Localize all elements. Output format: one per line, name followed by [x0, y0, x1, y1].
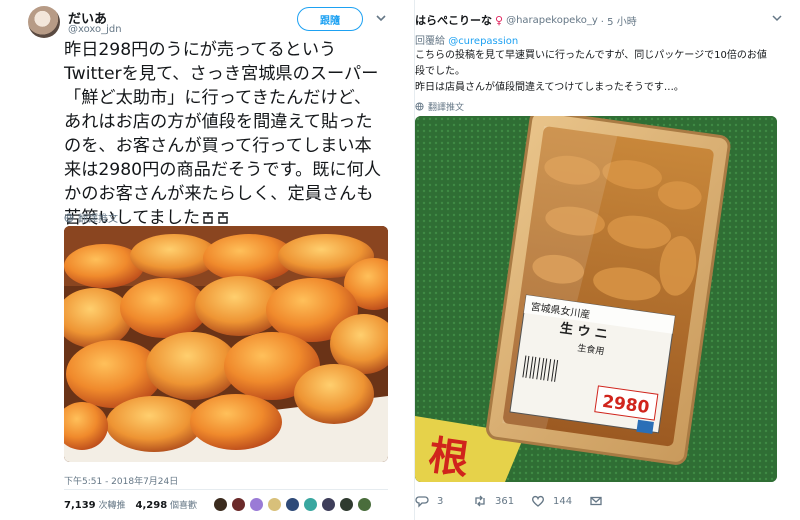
- tweet-stats: 7,139 次轉推 4,298 個喜歡: [64, 497, 373, 512]
- reply-mention-link[interactable]: @curepassion: [448, 36, 518, 47]
- tweet-text-line: あれはお店の方が値段を間違えて貼った: [64, 112, 373, 132]
- tweet-text-line: のを、お客さんが買って行ってしまい本: [64, 136, 372, 156]
- tweet-text-line: 昨日298円のうにが売ってるという: [64, 40, 337, 60]
- divider: [64, 489, 388, 490]
- like-stat[interactable]: 4,298 個喜歡: [136, 498, 198, 511]
- like-button[interactable]: 144: [531, 494, 589, 508]
- tweet-photo-packaged-uni[interactable]: 根 宮城県女川産 生 ウ ニ 生食用 2980: [415, 116, 777, 482]
- left-tweet: だいあ @xoxo_jdn 跟隨 昨日298円のうにが売ってるという Twitt…: [8, 0, 406, 520]
- retweet-count: 361: [495, 495, 515, 507]
- reply-prefix: 回覆給: [415, 36, 445, 47]
- tweet-text-line: Twitterを見て、さっき宮城県のスーパー: [64, 64, 379, 84]
- liker-avatar[interactable]: [213, 497, 229, 512]
- sea-urchin-image: [64, 226, 388, 462]
- retweet-stat[interactable]: 7,139 次轉推: [64, 498, 126, 511]
- dm-button[interactable]: [589, 494, 647, 508]
- liker-avatar[interactable]: [303, 497, 319, 512]
- heart-icon: [532, 495, 544, 507]
- tweet-text-line: 来は2980円の商品だそうです。既に何人: [64, 160, 382, 180]
- retweet-count: 7,139: [64, 500, 96, 511]
- globe-icon: [415, 102, 424, 111]
- avatar[interactable]: [28, 6, 60, 38]
- liker-avatar[interactable]: [285, 497, 301, 512]
- tweet-text: こちらの投稿を見て早速買いに行ったんですが、同じパッケージで10倍のお値 段でし…: [415, 48, 787, 96]
- tweet-text-line: 段でした。: [415, 66, 465, 77]
- author-header: はらぺこりーな ♀ @harapekopeko_y · 5 小時: [415, 12, 637, 28]
- right-tweet: はらぺこりーな ♀ @harapekopeko_y · 5 小時 回覆給 @cu…: [414, 0, 800, 520]
- tweet-time[interactable]: · 5 小時: [601, 13, 637, 28]
- liker-avatar[interactable]: [231, 497, 247, 512]
- globe-icon: [64, 213, 74, 222]
- tweet-text-line: こちらの投稿を見て早速買いに行ったんですが、同じパッケージで10倍のお値: [415, 50, 767, 61]
- envelope-icon: [590, 496, 602, 506]
- retweet-button[interactable]: 361: [473, 494, 531, 508]
- female-sign-icon: ♀: [495, 13, 504, 27]
- liker-avatar[interactable]: [321, 497, 337, 512]
- reply-context: 回覆給 @curepassion: [415, 32, 518, 47]
- liker-avatar[interactable]: [357, 497, 373, 512]
- liker-avatar[interactable]: [339, 497, 355, 512]
- liker-avatar[interactable]: [267, 497, 283, 512]
- tweet-text: 昨日298円のうにが売ってるという Twitterを見て、さっき宮城県のスーパー…: [64, 38, 400, 230]
- reply-icon: [415, 496, 429, 508]
- author-name[interactable]: はらぺこりーな: [415, 12, 492, 28]
- tweet-text-line: かのお客さんが来たらしく、定員さんも: [64, 184, 374, 204]
- translate-link[interactable]: 翻譯推文: [415, 100, 464, 113]
- like-count: 144: [553, 495, 573, 507]
- tweet-text-line: 昨日は店員さんが値段間違えてつけてしまったそうです…。: [415, 82, 684, 93]
- liker-avatar[interactable]: [249, 497, 265, 512]
- liker-avatars: [213, 497, 373, 512]
- follow-button[interactable]: 跟隨: [297, 7, 363, 31]
- tweet-actions: 3 361 144: [415, 494, 647, 508]
- reply-count: 3: [437, 495, 444, 507]
- chevron-down-icon[interactable]: [374, 11, 388, 25]
- packaged-uni-image: 根 宮城県女川産 生 ウ ニ 生食用 2980: [415, 116, 777, 482]
- price-sign-text: 根: [426, 433, 472, 482]
- translate-label: 翻譯推文: [78, 214, 118, 225]
- author-handle[interactable]: @xoxo_jdn: [68, 24, 122, 35]
- bitter-smile-emoji-icon: [203, 212, 229, 224]
- author-handle[interactable]: @harapekopeko_y: [506, 15, 598, 26]
- translate-label: 翻譯推文: [428, 103, 465, 113]
- tweet-timestamp[interactable]: 下午5:51 - 2018年7月24日: [64, 474, 178, 487]
- tweet-text-line: 「鮮ど太助市」に行ってきたんだけど、: [64, 88, 372, 108]
- like-count: 4,298: [135, 500, 168, 511]
- retweet-icon: [475, 495, 485, 507]
- like-label: 個喜歡: [170, 501, 198, 511]
- retweet-label: 次轉推: [98, 501, 126, 511]
- translate-link[interactable]: 翻譯推文: [64, 210, 118, 225]
- tweet-photo-sea-urchin[interactable]: [64, 226, 388, 462]
- chevron-down-icon[interactable]: [771, 12, 783, 24]
- reply-button[interactable]: 3: [415, 494, 473, 508]
